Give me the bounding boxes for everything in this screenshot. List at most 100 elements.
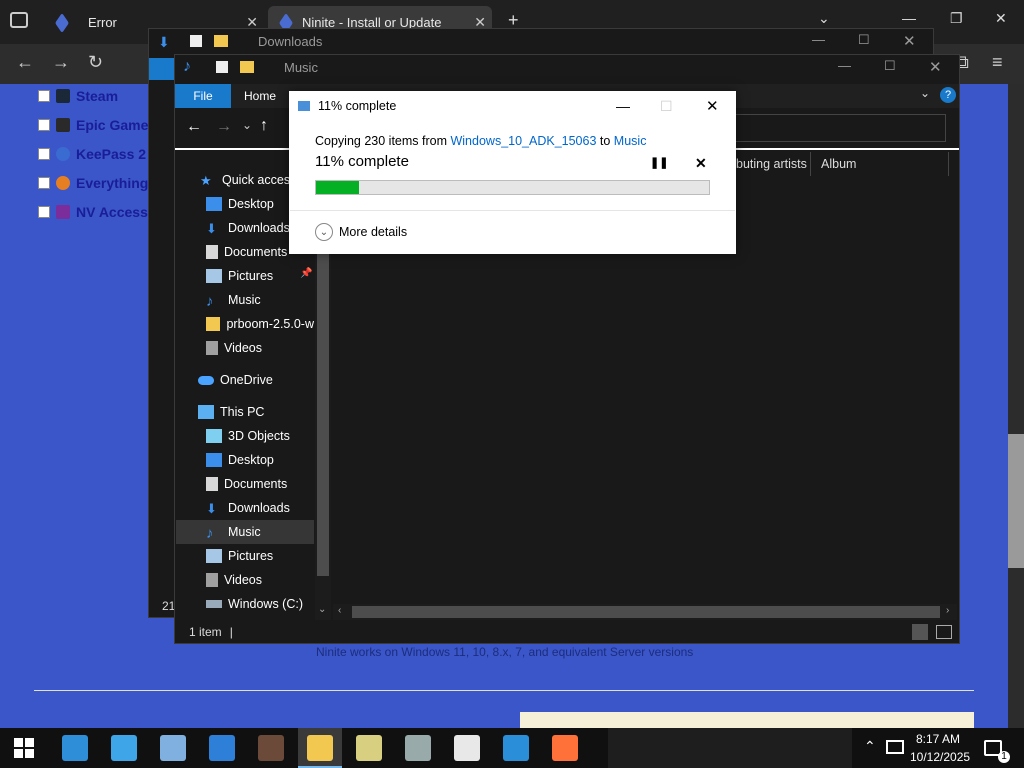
- nav-prboom[interactable]: prboom-2.5.0-w: [206, 312, 314, 336]
- nav-videos[interactable]: Videos: [206, 336, 262, 360]
- nav-documents[interactable]: Documents: [206, 240, 287, 264]
- nav-documents-pc[interactable]: Documents: [206, 472, 287, 496]
- file-explorer-icon[interactable]: [307, 735, 333, 761]
- nav-videos-pc[interactable]: Videos: [206, 568, 262, 592]
- nav-desktop-pc[interactable]: Desktop: [206, 448, 274, 472]
- show-hidden-icons-icon[interactable]: ⌃: [864, 738, 876, 755]
- globe-app-icon[interactable]: [503, 735, 529, 761]
- maximize-icon[interactable]: ☐: [884, 58, 896, 74]
- firefox-icon[interactable]: [552, 735, 578, 761]
- back-icon[interactable]: ←: [186, 118, 202, 136]
- nav-windows-c[interactable]: Windows (C:): [206, 592, 303, 616]
- minimize-icon[interactable]: —: [902, 10, 916, 26]
- xd-app-icon[interactable]: [356, 735, 382, 761]
- nav-onedrive[interactable]: OneDrive: [198, 368, 273, 392]
- start-icon[interactable]: [14, 738, 34, 758]
- checkbox[interactable]: [38, 177, 50, 189]
- file-tab-cut[interactable]: [149, 58, 175, 80]
- pictures-icon: [206, 269, 222, 283]
- cancel-icon[interactable]: ✕: [695, 155, 707, 172]
- 7zip-icon[interactable]: [454, 735, 480, 761]
- app-option-steam[interactable]: Steam: [38, 88, 118, 104]
- checkbox[interactable]: [38, 206, 50, 218]
- nav-label: Windows (C:): [228, 597, 304, 611]
- search-input[interactable]: [732, 114, 946, 142]
- close-icon[interactable]: ✕: [929, 58, 942, 76]
- page-scroll-thumb[interactable]: [1008, 434, 1024, 568]
- start-pane: [14, 738, 23, 747]
- nav-scroll-down-icon[interactable]: ⌄: [318, 604, 326, 615]
- more-details-button[interactable]: ⌄ More details: [315, 223, 407, 241]
- help-icon[interactable]: ?: [940, 87, 956, 103]
- column-header-album[interactable]: Album: [821, 157, 856, 171]
- checkbox[interactable]: [38, 119, 50, 131]
- drop-app-icon[interactable]: [209, 735, 235, 761]
- checkbox[interactable]: [38, 90, 50, 102]
- minimize-icon[interactable]: —: [838, 58, 851, 73]
- tab-file[interactable]: File: [175, 84, 231, 108]
- network-icon[interactable]: [886, 740, 904, 754]
- forward-icon[interactable]: →: [52, 52, 70, 73]
- close-window-icon[interactable]: ✕: [995, 10, 1007, 27]
- close-icon[interactable]: ✕: [903, 32, 916, 50]
- app-option-everything[interactable]: Everything: [38, 175, 148, 191]
- music-icon: ♪: [206, 525, 214, 542]
- pause-icon[interactable]: ❚❚: [650, 156, 668, 169]
- maximize-icon[interactable]: ☐: [858, 32, 870, 48]
- nav-desktop[interactable]: Desktop: [206, 192, 274, 216]
- nav-music[interactable]: ♪ Music: [206, 288, 261, 312]
- reload-icon[interactable]: ↻: [88, 52, 103, 73]
- clock-date[interactable]: 10/12/2025: [910, 750, 970, 764]
- nav-pictures[interactable]: Pictures: [206, 264, 273, 288]
- copy-message: Copying 230 items from Windows_10_ADK_15…: [315, 134, 646, 148]
- search-app-icon[interactable]: [62, 735, 88, 761]
- pin-icon[interactable]: 📌: [300, 268, 312, 279]
- checkbox[interactable]: [38, 148, 50, 160]
- tab-list-icon[interactable]: ⌄: [818, 10, 830, 27]
- back-icon[interactable]: ←: [16, 52, 34, 73]
- minimize-icon[interactable]: —: [616, 98, 630, 114]
- scroll-left-icon[interactable]: ‹: [338, 605, 341, 616]
- maximize-icon[interactable]: ❐: [950, 10, 963, 27]
- nav-label: OneDrive: [220, 373, 273, 387]
- content-hscroll-thumb[interactable]: [352, 606, 940, 618]
- column-header-contributing-artists[interactable]: buting artists: [736, 157, 807, 171]
- nav-3d-objects[interactable]: 3D Objects: [206, 424, 290, 448]
- quick-access-toolbar-icon[interactable]: [190, 35, 202, 47]
- menu-icon[interactable]: ≡: [992, 52, 1003, 73]
- page-scrollbar[interactable]: [1008, 84, 1024, 728]
- divider: [34, 690, 974, 691]
- nav-downloads-pc[interactable]: ⬇ Downloads: [206, 496, 290, 520]
- monitor-app-icon[interactable]: [111, 735, 137, 761]
- nav-pictures-pc[interactable]: Pictures: [206, 544, 273, 568]
- nvaccess-icon: [56, 205, 70, 219]
- app-option-nvaccess[interactable]: NV Access: [38, 204, 148, 220]
- app-option-keepass[interactable]: KeePass 2: [38, 146, 146, 162]
- destination-link[interactable]: Music: [614, 134, 647, 148]
- ribbon-expand-icon[interactable]: ⌄: [920, 86, 930, 100]
- scroll-right-icon[interactable]: ›: [946, 605, 949, 616]
- tab-home[interactable]: Home: [244, 89, 276, 103]
- clock-time[interactable]: 8:17 AM: [916, 732, 960, 746]
- details-view-icon[interactable]: [912, 624, 928, 640]
- nav-quick-access[interactable]: ★ Quick access: [200, 168, 296, 192]
- app-option-epic[interactable]: Epic Games: [38, 117, 156, 133]
- large-icons-view-icon[interactable]: [936, 625, 952, 639]
- nav-label: Music: [228, 525, 261, 539]
- desktop-icon: [206, 197, 222, 211]
- close-icon[interactable]: ✕: [706, 97, 719, 115]
- notes-app-icon[interactable]: [160, 735, 186, 761]
- tab-actions-icon[interactable]: [10, 12, 28, 28]
- up-icon[interactable]: ↑: [260, 117, 268, 135]
- nav-this-pc[interactable]: This PC: [198, 400, 264, 424]
- nav-music-pc[interactable]: ♪ Music: [206, 520, 261, 544]
- source-link[interactable]: Windows_10_ADK_15063: [450, 134, 596, 148]
- forward-icon[interactable]: →: [216, 118, 232, 136]
- installer-app-icon[interactable]: [405, 735, 431, 761]
- nav-downloads[interactable]: ⬇ Downloads: [206, 216, 290, 240]
- profile-app-icon[interactable]: [258, 735, 284, 761]
- minimize-icon[interactable]: —: [812, 32, 825, 47]
- app-label: Epic Games: [76, 117, 157, 133]
- recent-locations-icon[interactable]: ⌄: [242, 118, 252, 132]
- quick-access-toolbar-icon[interactable]: [216, 61, 228, 73]
